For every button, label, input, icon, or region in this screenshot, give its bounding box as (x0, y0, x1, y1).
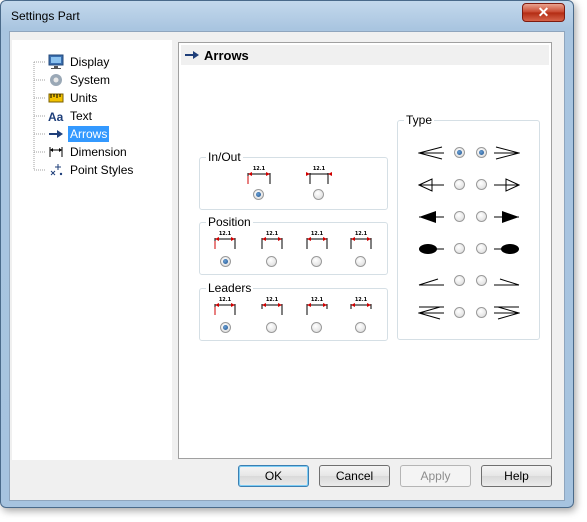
inout-inside-diagram: 12.1 (246, 166, 272, 185)
slash-left-icon (418, 278, 444, 286)
leaders-option-3-radio[interactable] (311, 322, 322, 333)
arrows-panel: Arrows In/Out 12.1 12.1 Position 12.1 12… (178, 42, 552, 459)
tree-item-label: Display (70, 55, 110, 69)
open-arrow-right-icon (494, 146, 520, 160)
position-option-1-diagram: 12.1 (212, 231, 238, 250)
tree-item-units[interactable]: Units (48, 89, 99, 107)
position-option-4-radio[interactable] (355, 256, 366, 267)
system-icon (48, 72, 64, 88)
position-option-3-diagram: 12.1 (304, 231, 330, 250)
type-right-radio-2[interactable] (476, 179, 487, 190)
inout-group-label: In/Out (206, 150, 243, 164)
double-arrow-left-icon (418, 306, 444, 320)
type-group-label: Type (404, 113, 435, 127)
tree-item-display[interactable]: Display (48, 53, 111, 71)
type-right-radio-4[interactable] (476, 243, 487, 254)
leaders-option-4-radio[interactable] (355, 322, 366, 333)
ellipse-right-icon (494, 244, 519, 254)
panel-header: Arrows (181, 45, 549, 65)
type-left-radio-1[interactable] (454, 147, 465, 158)
apply-button[interactable]: Apply (400, 465, 471, 487)
window-title: Settings Part (11, 9, 80, 23)
tree-lines (33, 61, 46, 171)
tree-item-text[interactable]: Aa Text (48, 107, 94, 125)
filled-arrow-left-icon (419, 211, 444, 223)
inout-outside-radio[interactable] (313, 189, 324, 200)
tree-item-dimension[interactable]: Dimension (48, 143, 129, 161)
dialog-client: Display System Units Aa Text Arrows Dime… (9, 31, 565, 501)
inout-inside-radio[interactable] (253, 189, 264, 200)
ellipse-left-icon (419, 244, 444, 254)
display-icon (48, 54, 64, 70)
position-option-4-diagram: 12.1 (348, 231, 374, 250)
close-button[interactable]: ✕ (522, 3, 565, 22)
inout-group: In/Out 12.1 12.1 (199, 150, 388, 210)
leaders-option-2-diagram: 12.1 (259, 297, 285, 316)
tree-item-label: Text (70, 109, 93, 123)
type-left-radio-5[interactable] (454, 275, 465, 286)
slash-right-icon (494, 278, 520, 286)
position-group: Position 12.1 12.1 12.1 12.1 (199, 215, 388, 275)
close-icon: ✕ (537, 4, 550, 20)
type-right-radio-5[interactable] (476, 275, 487, 286)
settings-tree: Display System Units Aa Text Arrows Dime… (12, 40, 172, 460)
type-left-radio-4[interactable] (454, 243, 465, 254)
closed-arrow-left-icon (418, 178, 444, 192)
inout-outside-diagram: 12.1 (306, 166, 332, 185)
leaders-option-1-radio[interactable] (220, 322, 231, 333)
position-option-1-radio[interactable] (220, 256, 231, 267)
panel-title: Arrows (204, 47, 249, 63)
type-left-radio-6[interactable] (454, 307, 465, 318)
units-icon (48, 90, 64, 106)
leaders-option-1-diagram: 12.1 (212, 297, 238, 316)
position-group-label: Position (206, 215, 253, 229)
tree-item-point-styles[interactable]: Point Styles (48, 161, 135, 179)
tree-item-label: Arrows (68, 126, 110, 142)
position-option-2-radio[interactable] (266, 256, 277, 267)
dimension-icon (48, 144, 64, 160)
closed-arrow-right-icon (494, 178, 520, 192)
leaders-option-3-diagram: 12.1 (304, 297, 330, 316)
title-bar: Settings Part ✕ (1, 1, 573, 29)
leaders-group: Leaders 12.1 12.1 12.1 12.1 (199, 281, 388, 341)
cancel-button[interactable]: Cancel (319, 465, 390, 487)
position-option-3-radio[interactable] (311, 256, 322, 267)
type-left-radio-2[interactable] (454, 179, 465, 190)
type-right-radio-6[interactable] (476, 307, 487, 318)
leaders-option-4-diagram: 12.1 (348, 297, 374, 316)
position-option-2-diagram: 12.1 (259, 231, 285, 250)
tree-item-label: Point Styles (70, 163, 134, 177)
tree-item-label: System (70, 73, 111, 87)
type-group: Type (397, 113, 540, 340)
tree-item-label: Dimension (70, 145, 127, 159)
type-right-radio-1[interactable] (476, 147, 487, 158)
leaders-group-label: Leaders (206, 281, 254, 295)
type-right-radio-3[interactable] (476, 211, 487, 222)
point-styles-icon (48, 162, 64, 178)
type-left-radio-3[interactable] (454, 211, 465, 222)
filled-arrow-right-icon (494, 211, 519, 223)
tree-item-system[interactable]: System (48, 71, 112, 89)
settings-window: Settings Part ✕ Display System Units Aa … (0, 0, 574, 508)
ok-button[interactable]: OK (238, 465, 309, 487)
arrows-icon (48, 126, 64, 142)
tree-item-arrows[interactable]: Arrows (48, 125, 110, 143)
arrows-header-icon (184, 47, 200, 63)
help-button[interactable]: Help (481, 465, 552, 487)
double-arrow-right-icon (494, 306, 520, 320)
tree-item-label: Units (70, 91, 98, 105)
leaders-option-2-radio[interactable] (266, 322, 277, 333)
open-arrow-left-icon (418, 146, 444, 160)
text-icon: Aa (48, 108, 64, 124)
svg-text:Aa: Aa (48, 110, 64, 124)
